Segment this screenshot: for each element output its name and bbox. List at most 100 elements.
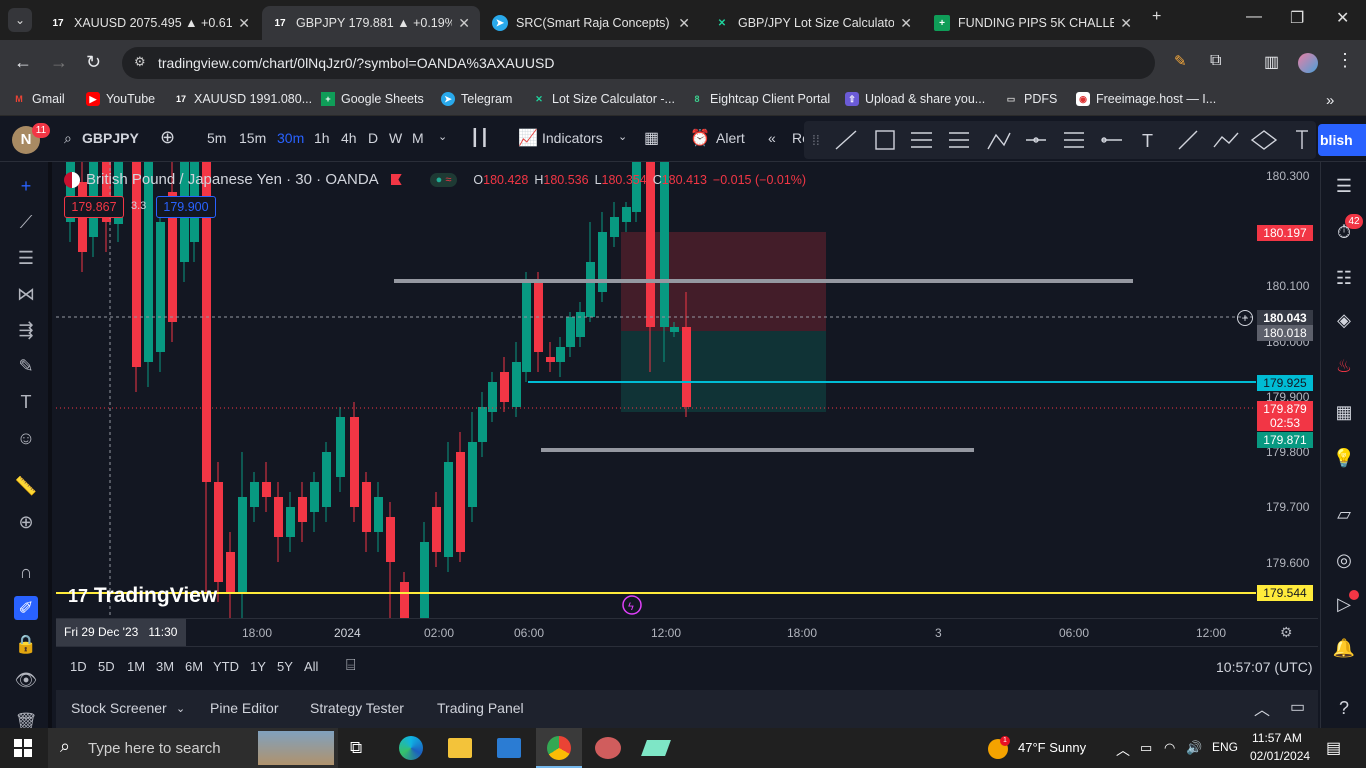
windows-start-icon[interactable] bbox=[14, 739, 32, 757]
pattern-icon[interactable]: ⋈ bbox=[14, 282, 38, 306]
app-stack-icon[interactable] bbox=[641, 740, 671, 756]
tab-src[interactable]: ➤ SRC(Smart Raja Concepts) Tr ✕ bbox=[482, 6, 700, 40]
take-profit-zone[interactable] bbox=[621, 331, 826, 412]
trendline-icon[interactable]: ⟋ bbox=[14, 210, 38, 234]
sidepanel-icon[interactable]: ▥ bbox=[1264, 52, 1279, 72]
bookmark-freeimage[interactable]: ◉ Freeimage.host — I... bbox=[1076, 92, 1216, 106]
interval-w[interactable]: W bbox=[389, 130, 402, 146]
interval-4h[interactable]: 4h bbox=[341, 130, 357, 146]
interval-d[interactable]: D bbox=[368, 130, 378, 146]
site-info-icon[interactable]: ⚙ bbox=[134, 54, 146, 70]
minimize-icon[interactable]: — bbox=[1246, 8, 1262, 26]
maximize-panel-icon[interactable]: ▭ bbox=[1290, 697, 1305, 717]
crosshair-icon[interactable]: + bbox=[14, 174, 38, 198]
chevron-down-icon[interactable]: ⌄ bbox=[438, 130, 447, 143]
new-tab-icon[interactable]: + bbox=[1152, 8, 1161, 26]
lock-icon[interactable]: 🔒 bbox=[14, 632, 38, 656]
puzzle-icon[interactable]: ⧉ bbox=[1210, 52, 1221, 70]
axis-settings-icon[interactable]: ⚙ bbox=[1280, 624, 1293, 641]
chevron-up-icon[interactable]: ︿ bbox=[1254, 696, 1270, 720]
close-window-icon[interactable]: ✕ bbox=[1336, 8, 1349, 28]
bookmark-sheets[interactable]: + Google Sheets bbox=[321, 92, 424, 106]
eye-icon[interactable]: 👁 bbox=[14, 668, 38, 692]
help-icon[interactable]: ? bbox=[1332, 696, 1356, 720]
zoom-icon[interactable]: ⊕ bbox=[14, 510, 38, 534]
range-1d[interactable]: 1D bbox=[70, 659, 87, 674]
compare-add-icon[interactable]: ⊕ bbox=[160, 127, 175, 148]
interval-30m[interactable]: 30m bbox=[277, 130, 304, 146]
close-icon[interactable]: ✕ bbox=[1120, 15, 1132, 32]
interval-m[interactable]: M bbox=[412, 130, 424, 146]
tab-xauusd[interactable]: 17 XAUUSD 2075.495 ▲ +0.61% ✕ bbox=[40, 6, 260, 40]
bookmark-youtube[interactable]: ▶ YouTube bbox=[86, 92, 155, 106]
file-explorer-icon[interactable] bbox=[448, 738, 472, 758]
indicators-button[interactable]: Indicators bbox=[542, 130, 603, 146]
close-icon[interactable]: ✕ bbox=[900, 15, 912, 32]
app-umbrella-icon[interactable] bbox=[595, 737, 621, 759]
bookmark-xauusd[interactable]: 17 XAUUSD 1991.080... bbox=[174, 92, 312, 106]
symbol-search[interactable]: GBPJPY bbox=[82, 130, 139, 146]
ideas-bulb-icon[interactable]: 💡 bbox=[1332, 446, 1356, 470]
buy-button[interactable]: 179.900 bbox=[156, 196, 216, 218]
object-tree-icon[interactable]: ☷ bbox=[1332, 266, 1356, 290]
range-5d[interactable]: 5D bbox=[98, 659, 115, 674]
range-all[interactable]: All bbox=[304, 659, 318, 674]
bookmark-pdfs[interactable]: ▭ PDFS bbox=[1004, 92, 1058, 106]
profile-avatar[interactable] bbox=[1298, 53, 1318, 73]
wifi-icon[interactable]: ◠ bbox=[1164, 740, 1175, 756]
interval-1h[interactable]: 1h bbox=[314, 130, 330, 146]
chevron-down-icon[interactable]: ⌄ bbox=[618, 130, 627, 143]
range-1m[interactable]: 1M bbox=[127, 659, 145, 674]
weather-text[interactable]: 47°F Sunny bbox=[1018, 740, 1086, 755]
battery-icon[interactable]: ▭ bbox=[1140, 740, 1152, 756]
tab-funding[interactable]: + FUNDING PIPS 5K CHALLEN ✕ bbox=[924, 6, 1142, 40]
forward-icon[interactable]: → bbox=[50, 52, 68, 73]
tab-lot-calc[interactable]: ✕ GBP/JPY Lot Size Calculator ✕ bbox=[704, 6, 922, 40]
action-center-icon[interactable]: ▤ bbox=[1326, 738, 1341, 758]
taskbar-search-input[interactable]: ⌕ Type here to search bbox=[48, 728, 338, 768]
bookmark-gmail[interactable]: M Gmail bbox=[12, 92, 64, 106]
close-icon[interactable]: ✕ bbox=[458, 15, 470, 32]
text-icon[interactable]: T bbox=[14, 390, 38, 414]
tab-gbpjpy[interactable]: 17 GBPJPY 179.881 ▲ +0.19% U ✕ bbox=[262, 6, 480, 40]
chat-icon[interactable]: ▱ bbox=[1332, 502, 1356, 526]
range-3m[interactable]: 3M bbox=[156, 659, 174, 674]
layers-icon[interactable]: ◈ bbox=[1332, 308, 1356, 332]
more-bookmarks-icon[interactable]: » bbox=[1326, 92, 1334, 109]
interval-5m[interactable]: 5m bbox=[207, 130, 226, 146]
symbol-title[interactable]: British Pound / Japanese Yen · 30 · OAND… bbox=[86, 171, 379, 188]
brush-icon[interactable]: ✎ bbox=[14, 354, 38, 378]
emoji-icon[interactable]: ☺ bbox=[14, 426, 38, 450]
reload-icon[interactable]: ↻ bbox=[86, 52, 101, 73]
calendar-icon[interactable]: ▦ bbox=[1332, 400, 1356, 424]
alert-button[interactable]: Alert bbox=[716, 130, 745, 146]
bookmark-upload[interactable]: ⇧ Upload & share you... bbox=[845, 92, 985, 106]
time-axis[interactable]: Fri 29 Dec '23 11:30 18:00 2024 02:00 06… bbox=[56, 618, 1318, 646]
hotlist-fire-icon[interactable]: ♨ bbox=[1332, 354, 1356, 378]
close-icon[interactable]: ✕ bbox=[678, 15, 690, 32]
flag-marker-icon[interactable] bbox=[390, 174, 402, 185]
tab-pine-editor[interactable]: Pine Editor bbox=[210, 700, 278, 716]
edge-icon[interactable] bbox=[399, 736, 423, 760]
language-indicator[interactable]: ENG bbox=[1212, 740, 1238, 754]
url-input[interactable]: ⚙ tradingview.com/chart/0lNqJzr0/?symbol… bbox=[122, 47, 1155, 79]
notifications-bell-icon[interactable]: 🔔 bbox=[1332, 636, 1356, 660]
menu-icon[interactable]: ⋮ bbox=[1336, 50, 1354, 71]
interval-15m[interactable]: 15m bbox=[239, 130, 266, 146]
chrome-taskbar-button[interactable] bbox=[536, 728, 582, 768]
extension-icon[interactable]: ✎ bbox=[1174, 52, 1187, 70]
range-5y[interactable]: 5Y bbox=[277, 659, 293, 674]
clock-date[interactable]: 02/01/2024 bbox=[1250, 749, 1310, 763]
price-chart[interactable]: ϟ bbox=[56, 162, 1256, 618]
range-ytd[interactable]: YTD bbox=[213, 659, 239, 674]
restore-icon[interactable]: ❐ bbox=[1290, 8, 1304, 28]
projection-icon[interactable]: ⇶ bbox=[14, 318, 38, 342]
back-icon[interactable]: ← bbox=[14, 52, 32, 73]
fib-icon[interactable]: ☰ bbox=[14, 246, 38, 270]
chevron-down-icon[interactable]: ⌄ bbox=[176, 702, 185, 715]
bookmark-telegram[interactable]: ➤ Telegram bbox=[441, 92, 512, 106]
tab-search-icon[interactable]: ⌄ bbox=[8, 8, 32, 32]
ruler-icon[interactable]: 📏 bbox=[14, 474, 38, 498]
close-icon[interactable]: ✕ bbox=[238, 15, 250, 32]
drawing-tools-icons[interactable]: ⁞⁞ T bbox=[804, 121, 1316, 159]
